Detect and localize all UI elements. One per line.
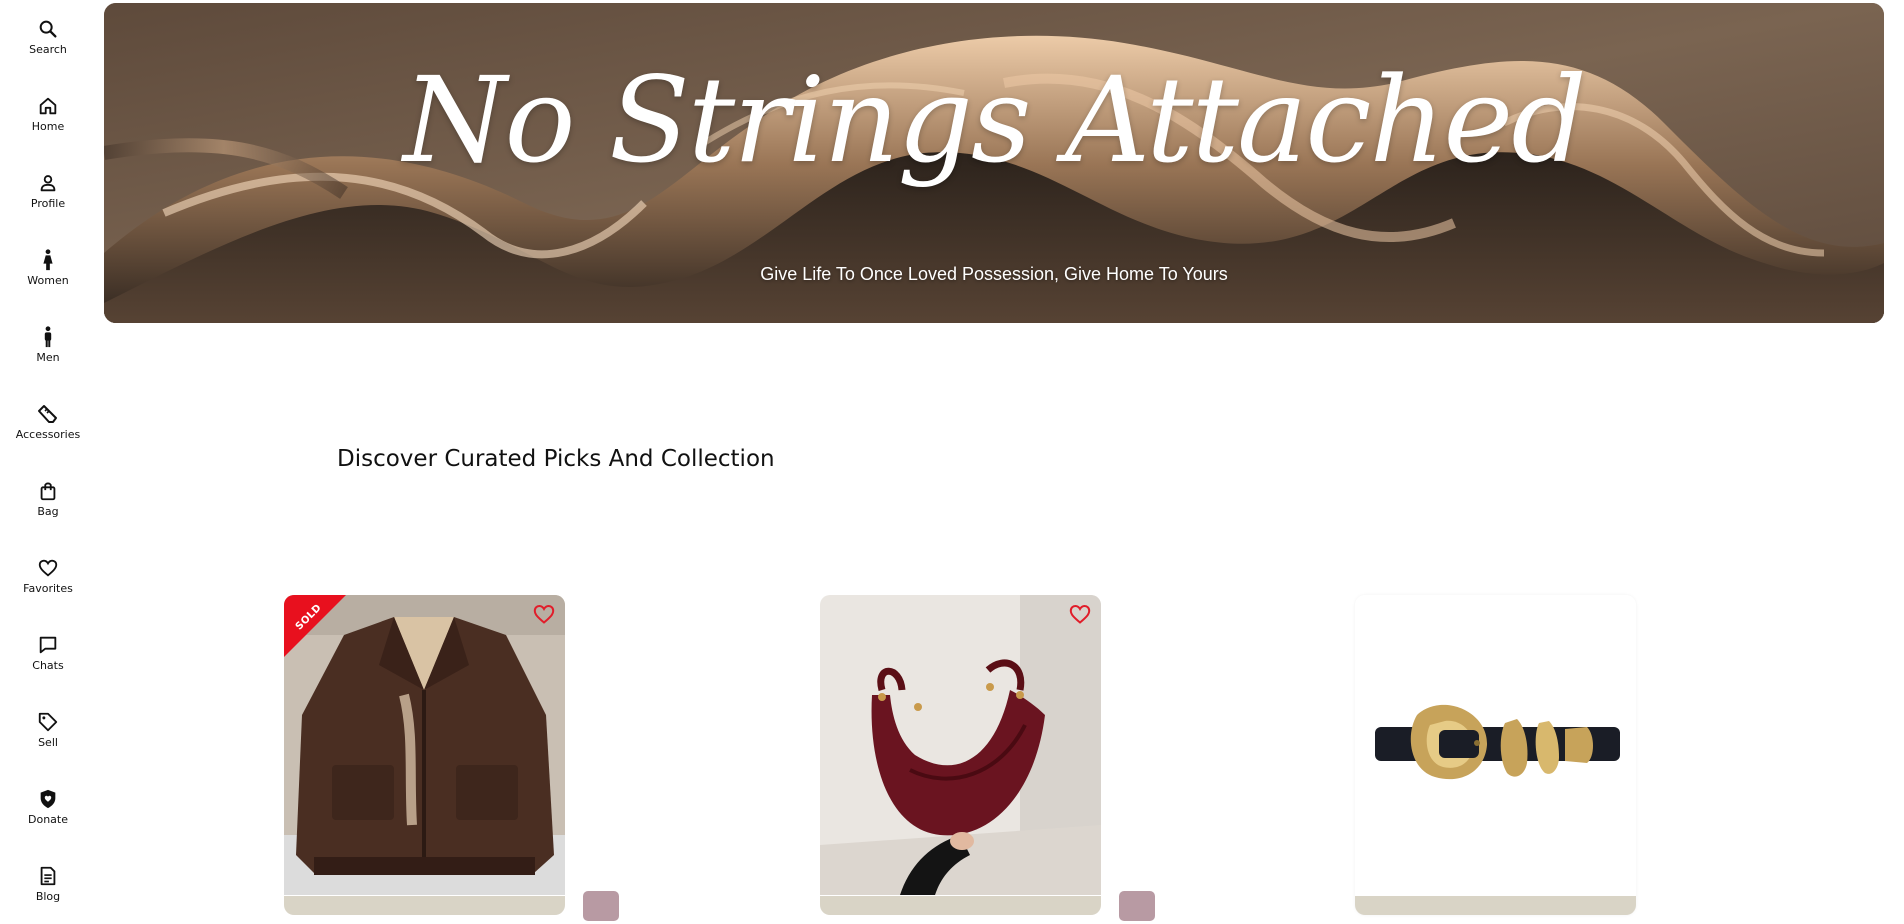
product-card[interactable]: SOLD (284, 595, 565, 915)
hero-banner: No Strings Attached Give Life To Once Lo… (104, 3, 1884, 323)
sidebar-item-men[interactable]: Men (0, 325, 96, 385)
sidebar-item-search[interactable]: Search (0, 17, 96, 77)
product-card[interactable] (1355, 595, 1636, 915)
sidebar-item-label: Profile (30, 197, 66, 210)
card-footer (1355, 896, 1636, 915)
sidebar-item-bag[interactable]: Bag (0, 479, 96, 539)
sidebar-item-favorites[interactable]: Favorites (0, 556, 96, 616)
home-icon (36, 94, 60, 118)
sidebar-item-chats[interactable]: Chats (0, 633, 96, 693)
hero-subtitle: Give Life To Once Loved Possession, Give… (760, 264, 1228, 284)
sidebar-item-label: Search (29, 43, 67, 56)
sidebar-item-accessories[interactable]: Accessories (0, 402, 96, 462)
heart-outline-icon (1068, 602, 1092, 630)
search-icon (36, 17, 60, 41)
chat-bubble-icon (36, 633, 60, 657)
sidebar-item-label: Sell (38, 736, 58, 749)
sidebar-item-label: Women (27, 274, 69, 287)
heart-outline-icon (532, 602, 556, 630)
document-icon (36, 864, 60, 888)
shoe-icon (36, 402, 60, 426)
sidebar-item-sell[interactable]: Sell (0, 710, 96, 770)
sidebar-item-label: Home (31, 120, 65, 133)
sidebar-item-label: Accessories (15, 428, 81, 441)
person-icon (36, 171, 60, 195)
card-footer (284, 896, 565, 915)
sidebar-item-label: Donate (28, 813, 68, 826)
hero-title: No Strings Attached (403, 51, 1587, 189)
sidebar-item-donate[interactable]: Donate (0, 787, 96, 847)
sidebar-item-home[interactable]: Home (0, 94, 96, 154)
shield-heart-icon (36, 787, 60, 811)
sidebar-item-label: Bag (37, 505, 59, 518)
card-action-button[interactable] (1119, 891, 1155, 921)
product-card[interactable] (820, 595, 1101, 915)
sidebar-item-label: Favorites (23, 582, 73, 595)
heart-icon (36, 556, 60, 580)
favorite-button[interactable] (531, 603, 557, 629)
sidebar-item-label: Blog (35, 890, 61, 903)
sidebar-item-profile[interactable]: Profile (0, 171, 96, 231)
woman-icon (36, 248, 60, 272)
sidebar-item-label: Chats (32, 659, 64, 672)
card-action-button[interactable] (583, 891, 619, 921)
sidebar-item-women[interactable]: Women (0, 248, 96, 308)
sidebar-item-blog[interactable]: Blog (0, 864, 96, 924)
section-heading: Discover Curated Picks And Collection (337, 446, 775, 472)
card-footer (820, 896, 1101, 915)
favorite-button[interactable] (1067, 603, 1093, 629)
sidebar-nav: Search Home Profile Women Men Accessorie… (0, 0, 96, 909)
sidebar-item-label: Men (36, 351, 60, 364)
product-image-burgundy-handbag (820, 595, 1101, 895)
shopping-bag-icon (36, 479, 60, 503)
product-image-gold-buckle-belt (1355, 595, 1636, 895)
man-icon (36, 325, 60, 349)
tag-icon (36, 710, 60, 734)
sold-badge: SOLD (284, 595, 346, 657)
